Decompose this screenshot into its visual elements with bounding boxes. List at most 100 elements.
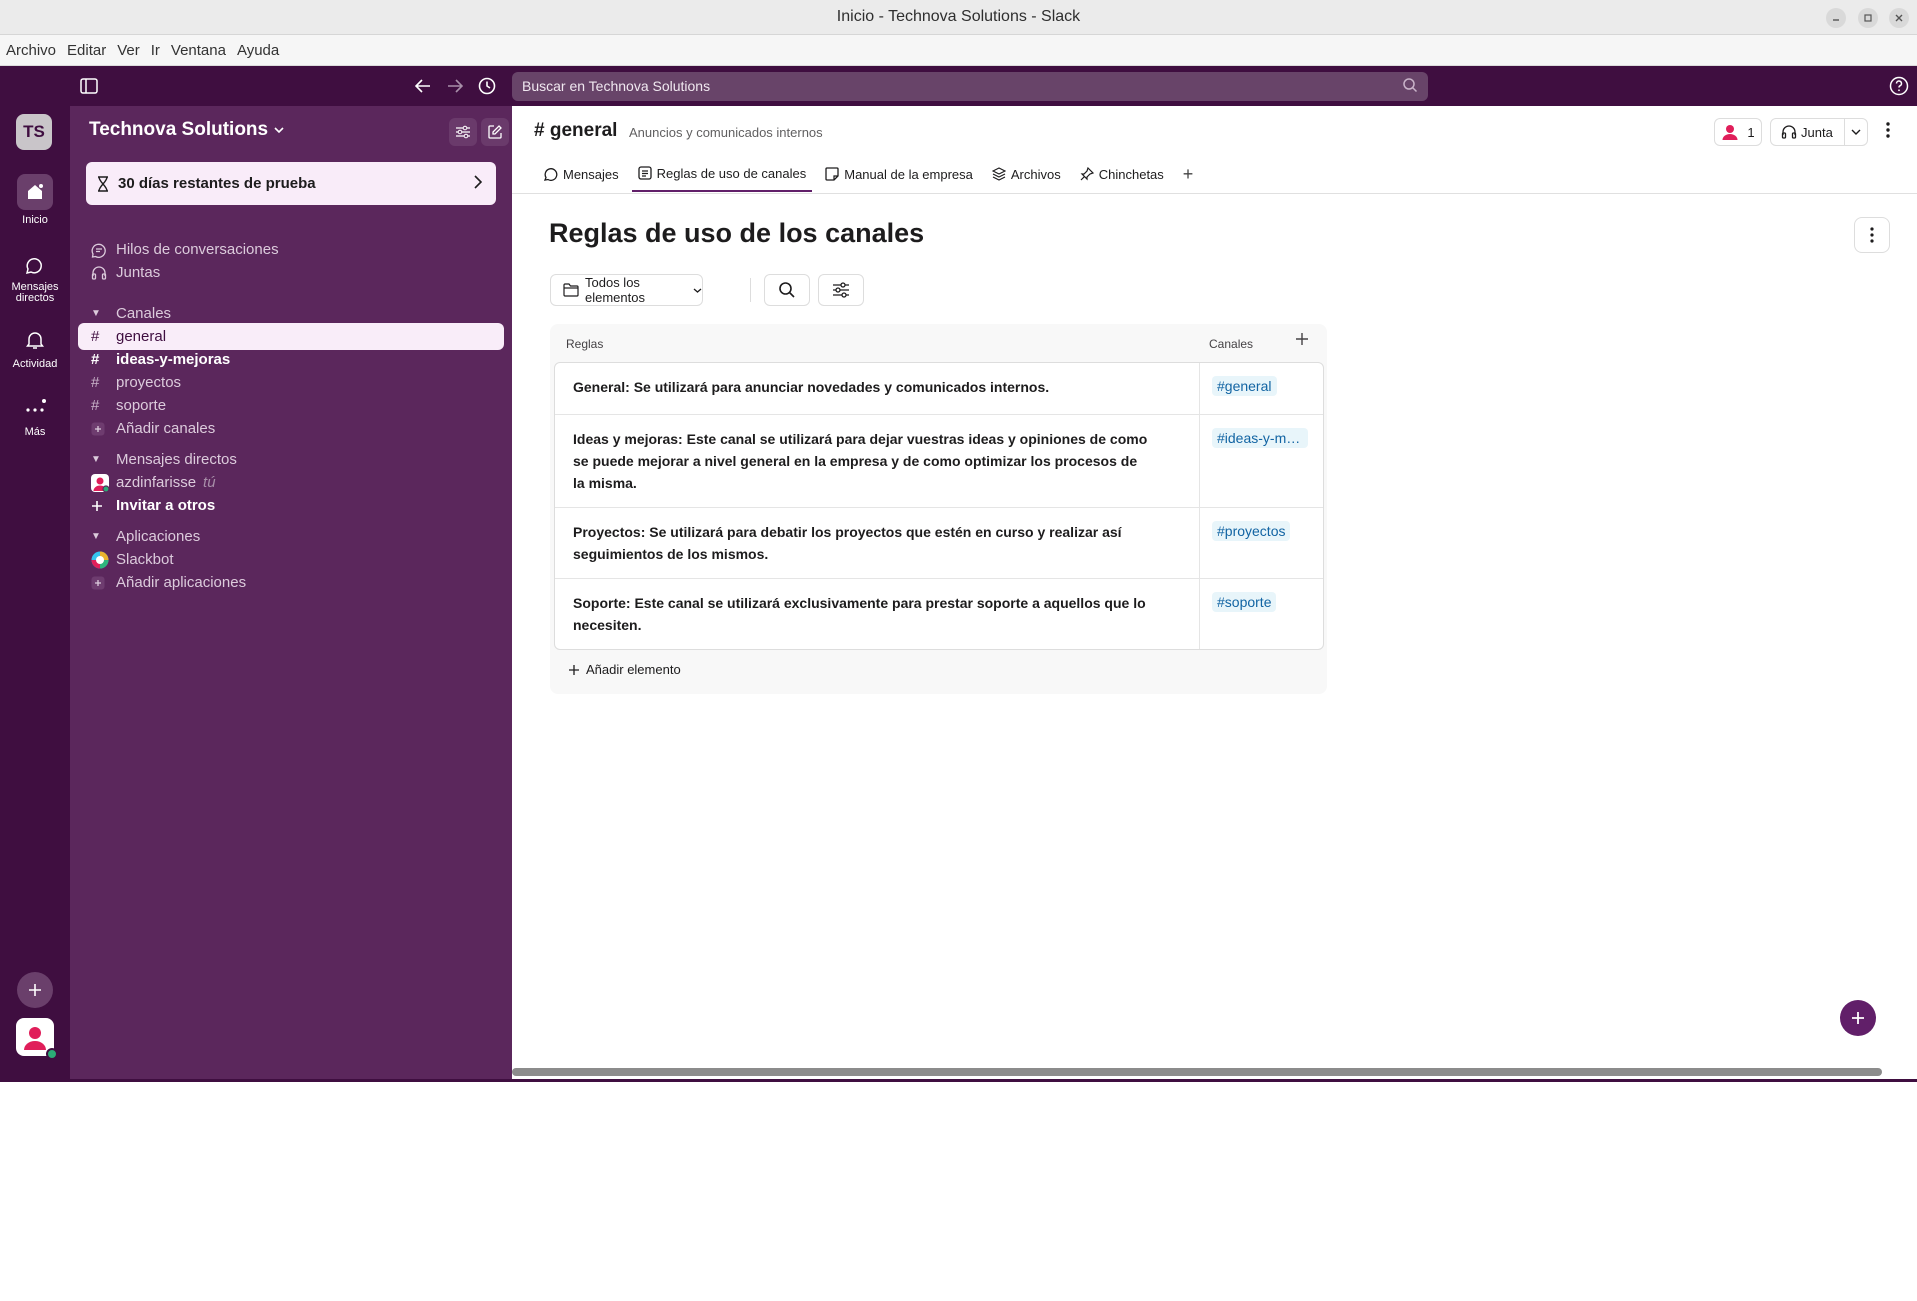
close-window-button[interactable] [1889, 8, 1909, 28]
tab-chinchetas[interactable]: Chinchetas [1074, 156, 1170, 192]
channel-more-icon[interactable] [1885, 120, 1891, 140]
horizontal-scrollbar[interactable] [512, 1068, 1882, 1076]
rail-item-actividad[interactable]: Actividad [0, 324, 70, 370]
rule-cell[interactable]: Soporte: Este canal se utilizará exclusi… [555, 579, 1200, 649]
channel-link[interactable]: #proyectos [1212, 521, 1291, 541]
sliders-icon [833, 282, 849, 298]
menu-editar[interactable]: Editar [67, 42, 106, 59]
section-label: Canales [116, 305, 172, 322]
sidebar-item-label: Hilos de conversaciones [116, 241, 279, 258]
column-header-canales[interactable]: Canales [1209, 337, 1253, 351]
add-channels-button[interactable]: Añadir canales [78, 415, 504, 442]
table-body: General: Se utilizará para anunciar nove… [554, 362, 1324, 650]
invite-label: Invitar a otros [116, 497, 216, 514]
rail-item-mas[interactable]: Más [0, 392, 70, 438]
add-channels-label: Añadir canales [116, 420, 216, 437]
add-workspace-button[interactable] [17, 972, 53, 1008]
user-avatar[interactable] [16, 1018, 58, 1060]
menu-ayuda[interactable]: Ayuda [237, 42, 279, 59]
rail-item-mensajes-directos[interactable]: Mensajes directos [0, 250, 70, 304]
menu-ventana[interactable]: Ventana [171, 42, 226, 59]
sidebar-item-juntas[interactable]: Juntas [78, 259, 504, 286]
chevron-down-icon [1851, 129, 1861, 135]
search-icon [779, 282, 795, 298]
members-button[interactable]: 1 [1714, 118, 1762, 146]
tab-label: Archivos [1010, 166, 1061, 182]
menu-archivo[interactable]: Archivo [6, 42, 56, 59]
huddle-button[interactable]: Junta [1770, 118, 1868, 146]
workspace-name: Technova Solutions [89, 119, 269, 140]
channel-link[interactable]: #general [1212, 376, 1277, 396]
rule-cell[interactable]: Proyectos: Se utilizará para debatir los… [555, 508, 1200, 578]
rail-label-actividad: Actividad [12, 358, 58, 370]
view-filter-dropdown[interactable]: Todos los elementos [550, 274, 703, 306]
trial-banner[interactable]: 30 días restantes de prueba [86, 162, 496, 205]
add-column-button[interactable] [1295, 332, 1309, 346]
table-row[interactable]: General: Se utilizará para anunciar nove… [555, 363, 1323, 415]
compose-button[interactable] [481, 118, 509, 146]
rail-label-inicio: Inicio [22, 214, 48, 226]
floating-add-button[interactable] [1840, 1000, 1876, 1036]
channel-tabs: Mensajes Reglas de uso de canales Manual… [538, 156, 1199, 194]
huddle-dropdown-button[interactable] [1845, 128, 1867, 136]
table-row[interactable]: Soporte: Este canal se utilizará exclusi… [555, 579, 1323, 649]
tab-reglas-de-uso[interactable]: Reglas de uso de canales [631, 156, 813, 192]
channel-link[interactable]: #ideas-y-mejoras [1212, 428, 1308, 448]
channel-cell[interactable]: #ideas-y-mejoras [1200, 415, 1323, 507]
invite-others-button[interactable]: Invitar a otros [78, 492, 504, 519]
menu-ver[interactable]: Ver [117, 42, 140, 59]
add-item-button[interactable]: Añadir elemento [568, 662, 681, 677]
view-filter-label: Todos los elementos [585, 275, 645, 305]
list-more-icon[interactable] [1854, 217, 1890, 253]
list-search-button[interactable] [764, 274, 810, 306]
add-apps-label: Añadir aplicaciones [116, 574, 247, 591]
caret-down-icon: ▼ [91, 531, 101, 542]
menu-ir[interactable]: Ir [151, 42, 160, 59]
table-row[interactable]: Proyectos: Se utilizará para debatir los… [555, 508, 1323, 579]
home-icon [17, 174, 53, 210]
add-apps-button[interactable]: Añadir aplicaciones [78, 569, 504, 596]
tab-manual-empresa[interactable]: Manual de la empresa [819, 156, 979, 192]
maximize-button[interactable] [1858, 8, 1878, 28]
threads-icon [91, 242, 111, 258]
rule-cell[interactable]: General: Se utilizará para anunciar nove… [555, 363, 1200, 414]
app-name: Slackbot [116, 551, 174, 568]
channel-cell[interactable]: #proyectos [1200, 508, 1323, 578]
tab-label: Reglas de uso de canales [656, 165, 807, 181]
forward-arrow-icon[interactable] [444, 75, 466, 97]
channel-title[interactable]: # general [534, 120, 617, 142]
channel-link[interactable]: #soporte [1212, 592, 1277, 612]
bell-icon [17, 324, 53, 356]
caret-down-icon: ▼ [91, 454, 101, 465]
channel-name: general [116, 328, 167, 345]
history-clock-icon[interactable] [476, 75, 498, 97]
filter-sliders-button[interactable] [449, 118, 477, 146]
rail-item-inicio[interactable]: Inicio [0, 174, 70, 226]
minimize-button[interactable] [1826, 8, 1846, 28]
canvas-icon [825, 167, 839, 181]
channel-cell[interactable]: #soporte [1200, 579, 1323, 649]
huddle-label: Junta [1801, 124, 1833, 140]
dm-username: azdinfarisse [116, 474, 197, 491]
sidebar-toggle-icon[interactable] [78, 75, 100, 97]
add-item-label: Añadir elemento [586, 662, 681, 677]
tab-mensajes[interactable]: Mensajes [538, 156, 625, 192]
search-input[interactable]: Buscar en Technova Solutions [512, 72, 1428, 101]
table-header: Reglas Canales [550, 324, 1327, 362]
channel-name: ideas-y-mejoras [116, 351, 231, 368]
folder-icon [563, 283, 579, 297]
back-arrow-icon[interactable] [412, 75, 434, 97]
workspace-name-button[interactable]: Technova Solutions [89, 119, 284, 141]
workspace-avatar[interactable]: TS [16, 114, 52, 150]
huddle-start[interactable]: Junta [1771, 119, 1845, 145]
list-filter-button[interactable] [818, 274, 864, 306]
chevron-down-icon [274, 126, 284, 134]
tab-archivos[interactable]: Archivos [986, 156, 1067, 192]
add-tab-button[interactable]: + [1177, 156, 1200, 192]
help-icon[interactable] [1888, 75, 1910, 97]
table-row[interactable]: Ideas y mejoras: Este canal se utilizará… [555, 415, 1323, 508]
rule-cell[interactable]: Ideas y mejoras: Este canal se utilizará… [555, 415, 1200, 507]
hash-icon: # [91, 351, 100, 368]
column-header-reglas[interactable]: Reglas [566, 337, 603, 351]
channel-cell[interactable]: #general [1200, 363, 1323, 414]
